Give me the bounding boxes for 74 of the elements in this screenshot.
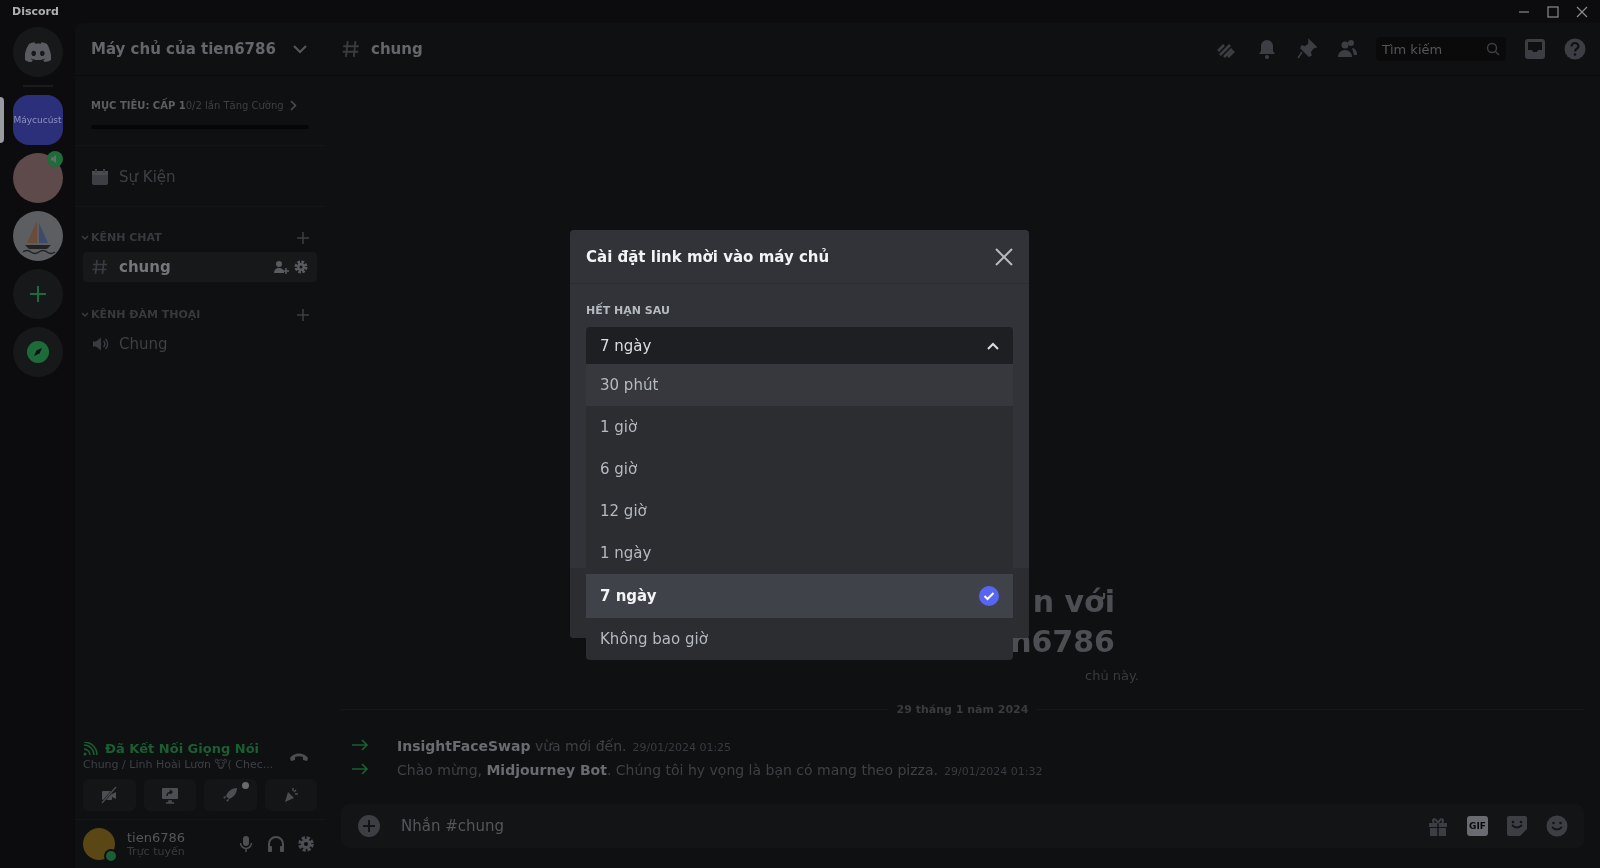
dropdown-option[interactable]: 7 ngày	[586, 574, 1013, 618]
settings-icon[interactable]	[297, 835, 315, 853]
dropdown-option[interactable]: 1 giờ	[586, 406, 1013, 448]
server-photo-placeholder[interactable]	[12, 153, 63, 203]
dropdown-option[interactable]: 30 phút	[586, 364, 1013, 406]
online-indicator	[104, 849, 118, 863]
screen-share-icon	[160, 786, 179, 804]
screen-share-button[interactable]	[143, 779, 196, 811]
camera-off-icon	[100, 786, 119, 804]
chevron-down-icon	[81, 311, 89, 318]
compass-icon	[25, 340, 50, 364]
help-icon[interactable]	[1564, 38, 1586, 60]
hashtag-icon	[91, 258, 109, 276]
bell-icon[interactable]	[1256, 38, 1278, 60]
sailboat-icon[interactable]	[12, 211, 63, 261]
members-icon[interactable]	[1336, 38, 1358, 60]
dialog-title: Cài đặt link mời vào máy chủ	[586, 247, 830, 266]
add-server-button[interactable]	[12, 269, 63, 319]
voice-status: Đã Kết Nối Giọng Nói	[105, 741, 260, 756]
dropdown-option[interactable]: 1 ngày	[586, 532, 1013, 574]
message-input[interactable]: Nhắn #chung	[399, 816, 1410, 836]
gif-button[interactable]: GIF	[1467, 816, 1488, 836]
close-icon[interactable]	[1576, 5, 1588, 18]
controller-logo-icon	[24, 42, 51, 62]
soundboard-button[interactable]	[264, 779, 317, 811]
channel-item[interactable]: chung	[83, 252, 317, 282]
field-label: HẾT HẠN SAU	[586, 304, 671, 317]
close-icon[interactable]	[995, 247, 1013, 266]
window-title: Discord	[12, 5, 59, 18]
sticker-icon[interactable]	[1506, 815, 1528, 837]
maximize-icon[interactable]	[1547, 5, 1559, 18]
plus-icon[interactable]	[297, 231, 309, 244]
search-icon	[1486, 42, 1500, 56]
plus-circle-icon[interactable]	[357, 814, 381, 838]
welcome-heading: n với	[1032, 583, 1115, 621]
join-arrow-icon	[351, 739, 369, 751]
join-arrow-icon	[351, 763, 369, 775]
calendar-icon	[91, 168, 109, 186]
inbox-icon[interactable]	[1524, 38, 1546, 60]
hashtag-icon	[341, 39, 361, 59]
activity-button[interactable]	[204, 779, 257, 811]
server-name: Máy chủ của tien6786	[91, 40, 276, 58]
notification-dot	[241, 782, 249, 789]
plus-icon	[27, 284, 48, 304]
rocket-icon	[221, 786, 240, 804]
settings-icon[interactable]	[293, 259, 309, 275]
camera-off-button[interactable]	[83, 779, 136, 811]
chevron-down-icon	[81, 234, 89, 241]
server-icon[interactable]: Máycucúst	[12, 95, 63, 145]
chevron-right-icon	[289, 100, 297, 111]
explore-button[interactable]	[12, 327, 63, 377]
checkmark-icon	[979, 586, 999, 606]
headphones-icon[interactable]	[267, 835, 285, 853]
welcome-heading: n6786	[1010, 623, 1115, 661]
speaker-icon	[91, 335, 109, 353]
gift-icon[interactable]	[1427, 815, 1450, 837]
dropdown-option[interactable]: 12 giờ	[586, 490, 1013, 532]
username: tien6786	[127, 830, 187, 845]
pin-icon[interactable]	[1296, 38, 1318, 60]
signal-icon	[83, 741, 99, 756]
chevron-down-icon	[293, 44, 307, 54]
search-field[interactable]: Tìm kiếm	[1376, 37, 1506, 61]
add-member-icon[interactable]	[273, 259, 289, 275]
dropdown-option[interactable]: Không bao giờ	[586, 618, 1013, 660]
chevron-up-icon	[987, 341, 999, 350]
message-field[interactable]: Nhắn #chung GIF	[341, 804, 1584, 848]
emoji-icon[interactable]	[1546, 815, 1568, 837]
plus-icon[interactable]	[297, 308, 309, 321]
home-button[interactable]	[12, 27, 63, 77]
user-avatar[interactable]	[83, 828, 115, 860]
dropdown-option[interactable]: 6 giờ	[586, 448, 1013, 490]
microphone-icon[interactable]	[237, 835, 255, 853]
channel-title: chung	[371, 40, 423, 58]
expiry-dropdown[interactable]: 7 ngày	[586, 327, 1013, 364]
